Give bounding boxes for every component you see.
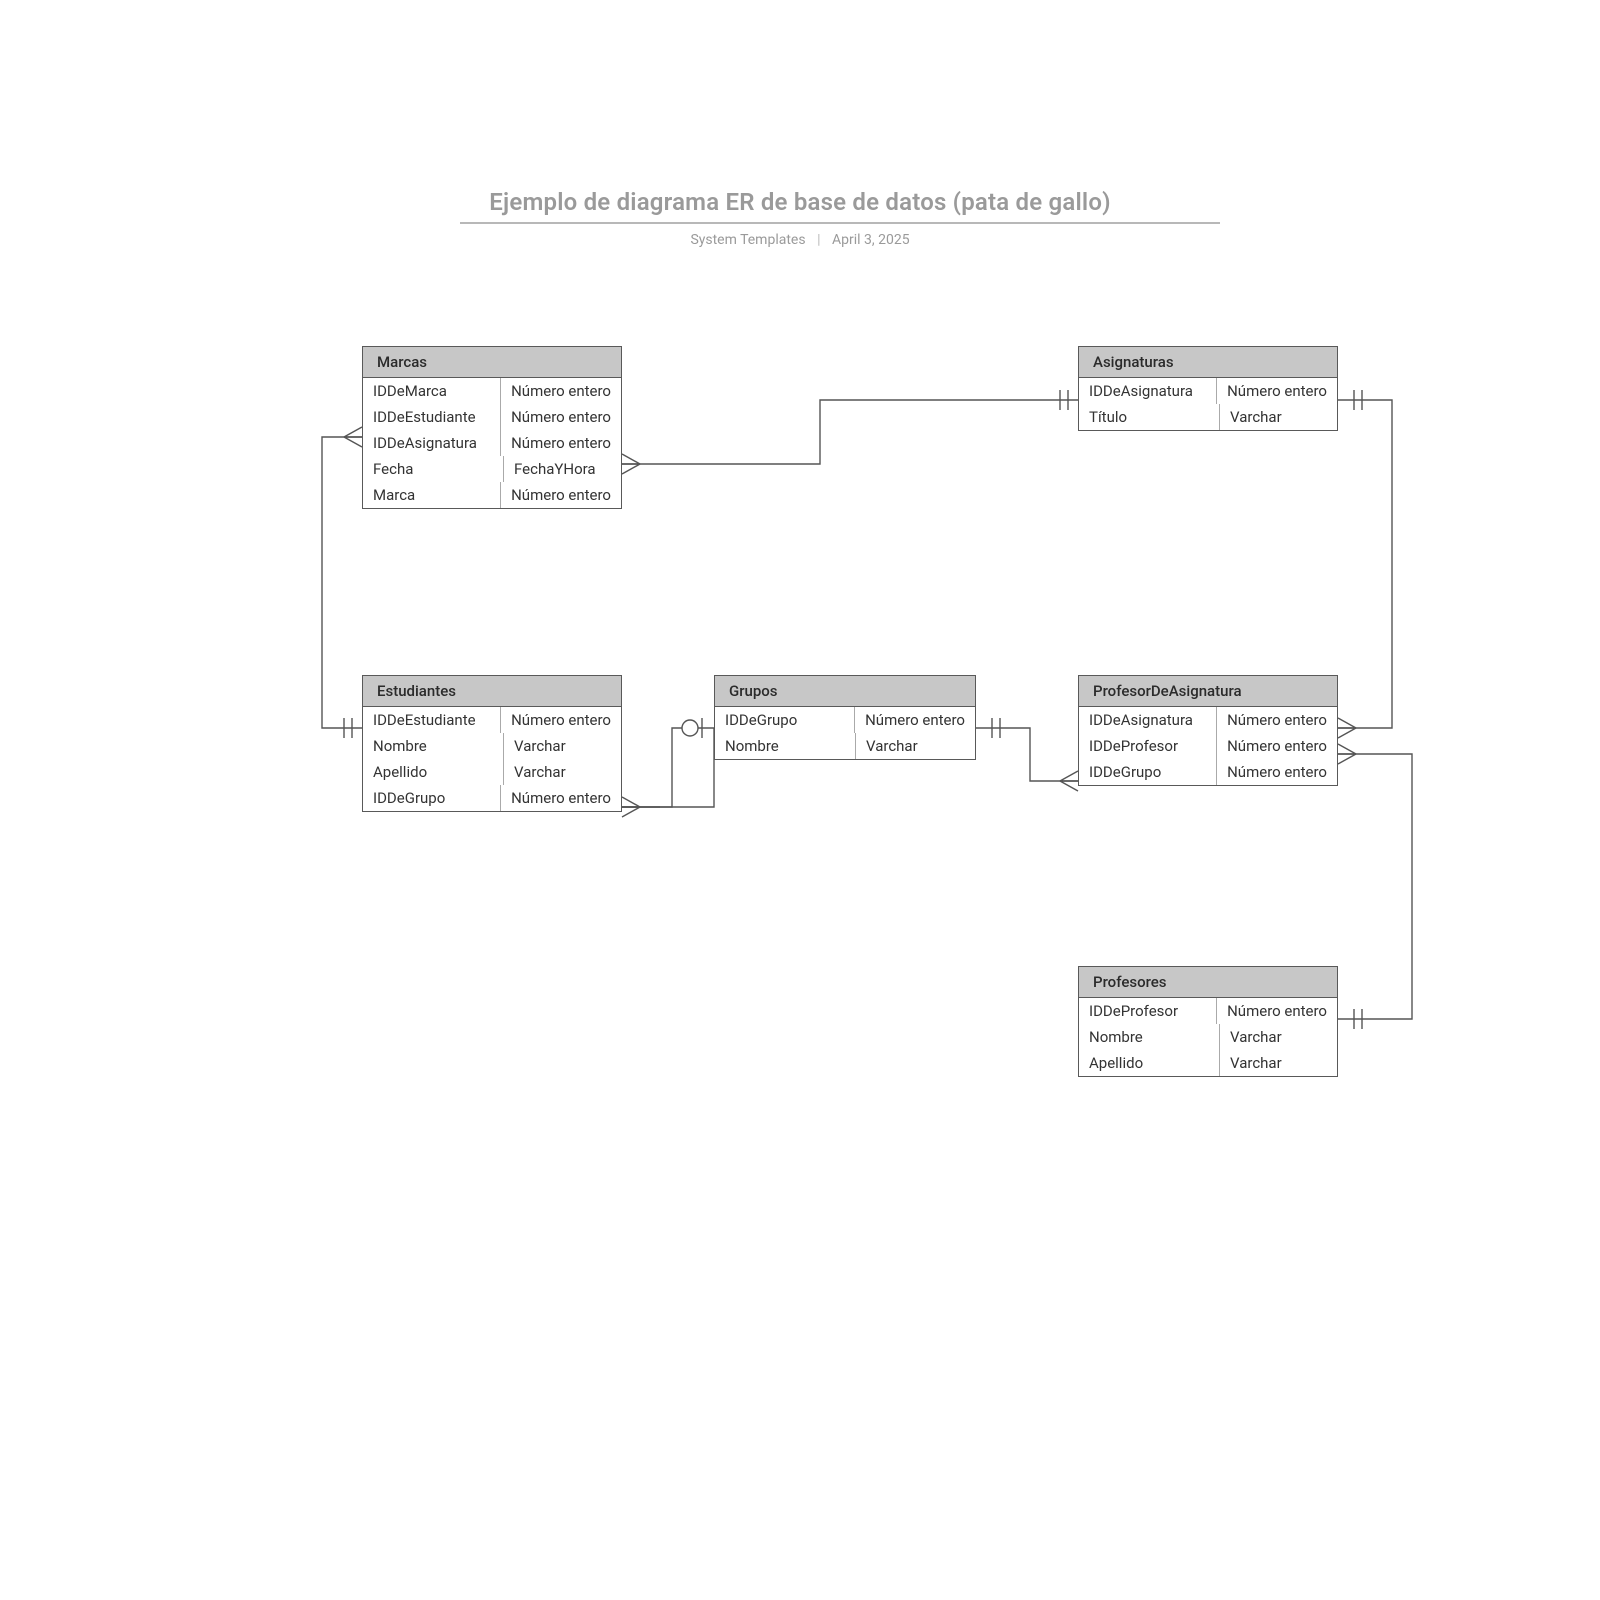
field-type: Varchar bbox=[1220, 1050, 1292, 1076]
field-type: Número entero bbox=[501, 430, 621, 456]
entity-grupos: Grupos IDDeGrupoNúmero entero NombreVarc… bbox=[714, 675, 976, 760]
field-type: Número entero bbox=[1217, 733, 1337, 759]
entity-profesores: Profesores IDDeProfesorNúmero entero Nom… bbox=[1078, 966, 1338, 1077]
entity-header: Estudiantes bbox=[363, 676, 621, 707]
author-label: System Templates bbox=[690, 232, 805, 248]
field-name: IDDeAsignatura bbox=[363, 430, 501, 456]
field-type: Número entero bbox=[501, 482, 621, 508]
field-name: IDDeAsignatura bbox=[1079, 707, 1217, 733]
entity-header: Profesores bbox=[1079, 967, 1337, 998]
field-type: Varchar bbox=[1220, 1024, 1292, 1050]
field-name: Nombre bbox=[363, 733, 504, 759]
entity-marcas: Marcas IDDeMarcaNúmero entero IDDeEstudi… bbox=[362, 346, 622, 509]
field-name: IDDeGrupo bbox=[363, 785, 501, 811]
entity-profesor-de-asignatura: ProfesorDeAsignatura IDDeAsignaturaNúmer… bbox=[1078, 675, 1338, 786]
entity-header: Grupos bbox=[715, 676, 975, 707]
field-type: Varchar bbox=[1220, 404, 1292, 430]
field-name: IDDeAsignatura bbox=[1079, 378, 1217, 404]
field-name: Título bbox=[1079, 404, 1220, 430]
field-type: Número entero bbox=[501, 707, 621, 733]
date-label: April 3, 2025 bbox=[832, 232, 910, 248]
field-name: IDDeProfesor bbox=[1079, 998, 1217, 1024]
field-name: IDDeProfesor bbox=[1079, 733, 1217, 759]
field-type: Varchar bbox=[504, 759, 576, 785]
field-type: Número entero bbox=[1217, 378, 1337, 404]
field-type: Número entero bbox=[1217, 759, 1337, 785]
field-type: FechaYHora bbox=[504, 456, 606, 482]
entity-header: Asignaturas bbox=[1079, 347, 1337, 378]
er-diagram-canvas: { "header": { "title": "Ejemplo de diagr… bbox=[0, 0, 1600, 1600]
field-name: IDDeMarca bbox=[363, 378, 501, 404]
field-type: Varchar bbox=[504, 733, 576, 759]
field-type: Varchar bbox=[856, 733, 928, 759]
field-type: Número entero bbox=[1217, 998, 1337, 1024]
field-name: IDDeEstudiante bbox=[363, 707, 501, 733]
field-name: Nombre bbox=[715, 733, 856, 759]
entity-estudiantes: Estudiantes IDDeEstudianteNúmero entero … bbox=[362, 675, 622, 812]
field-name: Apellido bbox=[1079, 1050, 1220, 1076]
field-name: Apellido bbox=[363, 759, 504, 785]
field-type: Número entero bbox=[501, 785, 621, 811]
entity-asignaturas: Asignaturas IDDeAsignaturaNúmero entero … bbox=[1078, 346, 1338, 431]
field-type: Número entero bbox=[501, 404, 621, 430]
entity-header: Marcas bbox=[363, 347, 621, 378]
field-name: Fecha bbox=[363, 456, 504, 482]
diagram-subtitle: System Templates | April 3, 2025 bbox=[690, 232, 909, 248]
field-name: Nombre bbox=[1079, 1024, 1220, 1050]
entity-header: ProfesorDeAsignatura bbox=[1079, 676, 1337, 707]
separator: | bbox=[817, 232, 820, 248]
field-name: IDDeGrupo bbox=[1079, 759, 1217, 785]
field-type: Número entero bbox=[1217, 707, 1337, 733]
field-name: Marca bbox=[363, 482, 501, 508]
field-type: Número entero bbox=[855, 707, 975, 733]
field-type: Número entero bbox=[501, 378, 621, 404]
diagram-title: Ejemplo de diagrama ER de base de datos … bbox=[489, 188, 1110, 216]
field-name: IDDeGrupo bbox=[715, 707, 855, 733]
title-underline bbox=[460, 222, 1220, 224]
field-name: IDDeEstudiante bbox=[363, 404, 501, 430]
